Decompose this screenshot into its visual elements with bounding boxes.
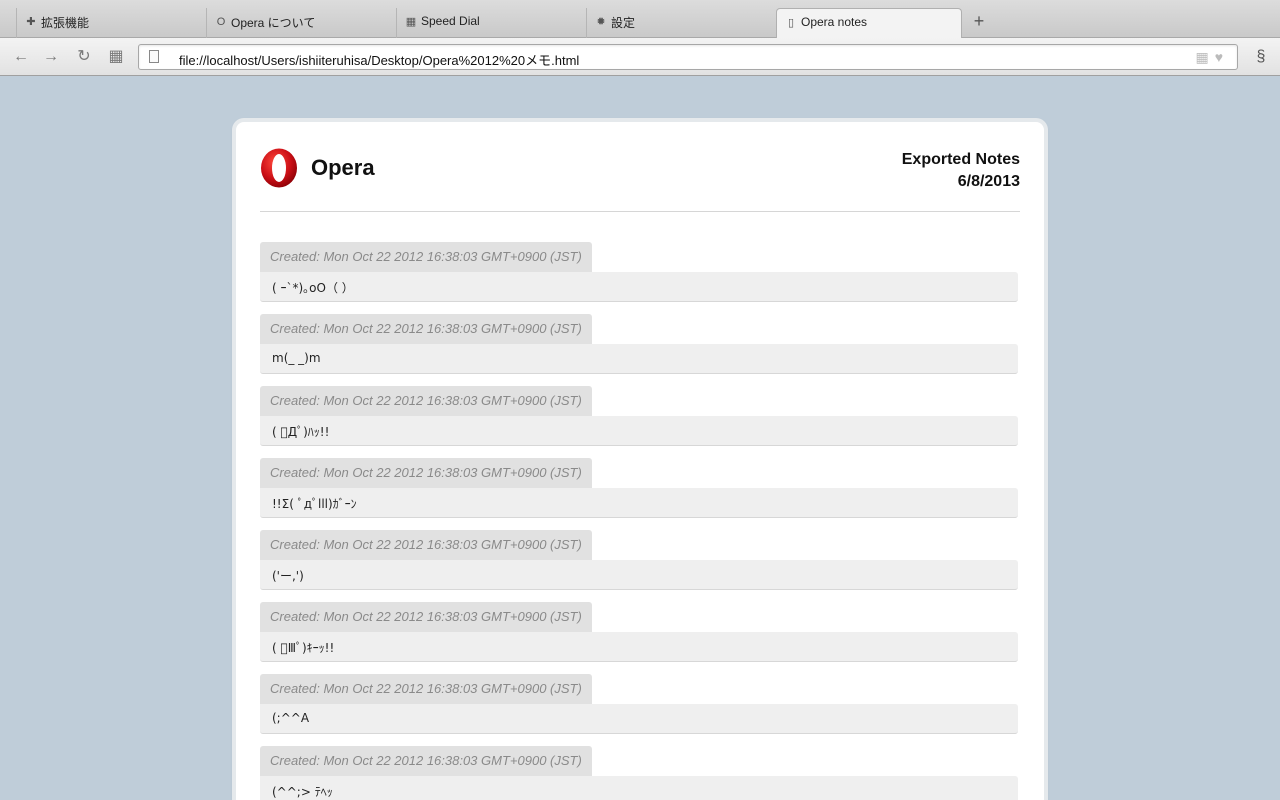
tab-about-opera[interactable]: O Opera について xyxy=(206,8,396,38)
note-item: Created: Mon Oct 22 2012 16:38:03 GMT+09… xyxy=(260,602,1018,662)
note-created: Created: Mon Oct 22 2012 16:38:03 GMT+09… xyxy=(260,386,592,416)
tab-label: Opera notes xyxy=(801,15,868,29)
opera-logo-icon xyxy=(261,148,297,188)
divider xyxy=(260,211,1020,212)
new-tab-button[interactable]: + xyxy=(968,10,990,32)
tab-speed-dial[interactable]: ▦ Speed Dial xyxy=(396,8,586,38)
note-created: Created: Mon Oct 22 2012 16:38:03 GMT+09… xyxy=(260,314,592,344)
puzzle-icon: ✚ xyxy=(26,16,36,28)
grid-icon: ▦ xyxy=(405,16,417,28)
opera-icon: O xyxy=(216,16,226,28)
notes-sheet: Opera Exported Notes 6/8/2013 Created: M… xyxy=(236,122,1044,800)
speed-dial-button[interactable]: ▦ xyxy=(105,46,127,68)
tab-label: Opera について xyxy=(231,16,316,30)
tab-settings[interactable]: ✹ 設定 xyxy=(586,8,776,38)
note-item: Created: Mon Oct 22 2012 16:38:03 GMT+09… xyxy=(260,314,1018,374)
grid-icon[interactable]: ▦ xyxy=(1195,49,1214,65)
note-created: Created: Mon Oct 22 2012 16:38:03 GMT+09… xyxy=(260,530,592,560)
tab-label: 拡張機能 xyxy=(41,16,90,30)
note-text: ( ﾟⅢﾟ)ｷｰｯ!! xyxy=(260,632,1018,662)
note-text: ('ー,') xyxy=(260,560,1018,590)
note-created: Created: Mon Oct 22 2012 16:38:03 GMT+09… xyxy=(260,242,592,272)
exported-title: Exported Notes xyxy=(901,151,1020,168)
note-text: !!Σ( ﾟдﾟlll)ｶﾞｰﾝ xyxy=(260,488,1018,518)
note-created: Created: Mon Oct 22 2012 16:38:03 GMT+09… xyxy=(260,458,592,488)
page-icon xyxy=(149,50,159,63)
note-item: Created: Mon Oct 22 2012 16:38:03 GMT+09… xyxy=(260,242,1018,302)
toolbar: ← → ↻ ▦ file://localhost/Users/ishiiteru… xyxy=(0,38,1280,76)
note-item: Created: Mon Oct 22 2012 16:38:03 GMT+09… xyxy=(260,530,1018,590)
tab-strip: ✚ 拡張機能 O Opera について ▦ Speed Dial ✹ 設定 ▯ … xyxy=(0,0,1280,39)
tab-label: 設定 xyxy=(611,16,636,30)
brand-title: Opera xyxy=(311,155,375,180)
tab-label: Speed Dial xyxy=(421,14,480,28)
note-item: Created: Mon Oct 22 2012 16:38:03 GMT+09… xyxy=(260,386,1018,446)
reload-button[interactable]: ↻ xyxy=(73,46,95,68)
note-item: Created: Mon Oct 22 2012 16:38:03 GMT+09… xyxy=(260,746,1018,800)
note-item: Created: Mon Oct 22 2012 16:38:03 GMT+09… xyxy=(260,674,1018,734)
exported-date: 6/8/2013 xyxy=(957,173,1020,190)
opera-menu-button[interactable]: § xyxy=(1250,46,1272,68)
note-text: (;^^A xyxy=(260,704,1018,734)
note-text: (^^;> ﾃﾍｯ xyxy=(260,776,1018,800)
notes-list: Created: Mon Oct 22 2012 16:38:03 GMT+09… xyxy=(260,242,1018,800)
note-created: Created: Mon Oct 22 2012 16:38:03 GMT+09… xyxy=(260,674,592,704)
heart-icon[interactable]: ♥ xyxy=(1215,49,1229,65)
note-created: Created: Mon Oct 22 2012 16:38:03 GMT+09… xyxy=(260,602,592,632)
note-text: m(_ _)m xyxy=(260,344,1018,374)
page-icon: ▯ xyxy=(787,17,795,29)
forward-button[interactable]: → xyxy=(40,46,62,68)
address-url: file://localhost/Users/ishiiteruhisa/Des… xyxy=(179,53,580,68)
back-button[interactable]: ← xyxy=(10,46,32,68)
note-text: ( ﾟДﾟ)ﾊｯ!! xyxy=(260,416,1018,446)
gear-icon: ✹ xyxy=(596,16,606,28)
note-item: Created: Mon Oct 22 2012 16:38:03 GMT+09… xyxy=(260,458,1018,518)
tab-extensions[interactable]: ✚ 拡張機能 xyxy=(16,8,206,38)
export-info: Exported Notes 6/8/2013 xyxy=(902,149,1020,193)
tab-opera-notes[interactable]: ▯ Opera notes xyxy=(776,8,962,39)
note-created: Created: Mon Oct 22 2012 16:38:03 GMT+09… xyxy=(260,746,592,776)
note-text: ( ｰ`*)｡oO（ ） xyxy=(260,272,1018,302)
address-bar[interactable]: file://localhost/Users/ishiiteruhisa/Des… xyxy=(138,44,1238,70)
